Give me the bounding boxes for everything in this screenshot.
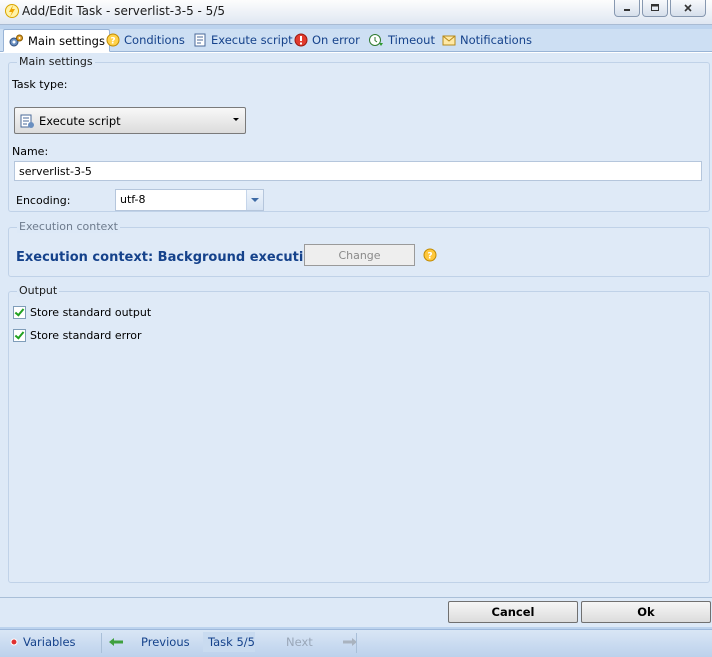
store-stdout-row: Store standard output: [13, 306, 151, 319]
next-label: Next: [286, 635, 313, 649]
execution-context-label: Execution context: Background execution: [16, 250, 322, 265]
minimize-icon: [624, 9, 630, 11]
tab-label: Conditions: [124, 32, 185, 47]
task-indicator: Task 5/5: [208, 635, 255, 649]
record-icon: [10, 638, 18, 646]
encoding-value: utf-8: [120, 193, 146, 206]
previous-label: Previous: [141, 635, 190, 649]
name-label: Name:: [12, 145, 49, 158]
task-type-label: Task type:: [12, 78, 68, 91]
group-title: Output: [17, 284, 60, 297]
store-stderr-checkbox[interactable]: [13, 329, 26, 342]
separator: [356, 633, 357, 653]
encoding-select[interactable]: utf-8: [115, 189, 264, 211]
tab-strip: Main settings ? Conditions Execute scrip…: [0, 29, 712, 52]
close-button[interactable]: [670, 0, 706, 17]
window-controls: [614, 0, 706, 17]
main-settings-panel: Main settings Task type: Execute script …: [0, 52, 712, 598]
navigation-bar: Variables Previous Task 5/5 Next: [0, 629, 712, 657]
arrow-left-icon: [109, 638, 123, 646]
task-type-value: Execute script: [39, 113, 121, 128]
lightning-icon: [5, 4, 19, 18]
output-group: Output Store standard output Store stand…: [8, 284, 710, 583]
variables-button[interactable]: Variables: [10, 635, 76, 649]
close-icon: [684, 4, 692, 12]
tab-notifications[interactable]: Notifications: [438, 29, 536, 50]
tab-execute-script[interactable]: Execute script: [189, 29, 297, 50]
tab-timeout[interactable]: Timeout: [364, 29, 439, 50]
maximize-icon: [651, 4, 659, 11]
task-type-dropdown[interactable]: Execute script: [14, 107, 246, 134]
tab-main-settings[interactable]: Main settings: [3, 29, 110, 52]
tab-on-error[interactable]: On error: [290, 29, 364, 50]
minimize-button[interactable]: [614, 0, 640, 17]
tab-label: Timeout: [388, 32, 435, 47]
window-title: Add/Edit Task - serverlist-3-5 - 5/5: [22, 4, 225, 18]
script-icon: [194, 33, 206, 46]
tab-label: Notifications: [460, 32, 532, 47]
maximize-button[interactable]: [642, 0, 668, 17]
main-settings-group: Main settings Task type: Execute script …: [8, 55, 710, 212]
name-input[interactable]: [14, 161, 702, 181]
store-stderr-row: Store standard error: [13, 329, 142, 342]
tab-label: Execute script: [211, 32, 293, 47]
conditions-icon: ?: [106, 33, 120, 46]
separator: [101, 633, 102, 653]
title-bar: Add/Edit Task - serverlist-3-5 - 5/5: [0, 0, 712, 25]
cancel-button[interactable]: Cancel: [448, 601, 578, 623]
error-icon: [294, 33, 308, 46]
tab-label: Main settings: [28, 33, 105, 48]
store-stdout-checkbox[interactable]: [13, 306, 26, 319]
previous-button[interactable]: Previous: [108, 635, 190, 649]
chevron-down-icon: [233, 118, 239, 121]
chevron-down-icon[interactable]: [246, 190, 263, 210]
svg-text:?: ?: [427, 252, 432, 262]
dialog-footer: Cancel Ok: [0, 597, 712, 627]
change-button[interactable]: Change: [304, 244, 415, 266]
envelope-icon: [442, 35, 456, 45]
store-stderr-label: Store standard error: [30, 329, 142, 342]
script-icon: [20, 114, 34, 128]
gears-icon: [9, 34, 23, 46]
svg-text:?: ?: [110, 36, 115, 46]
group-title: Main settings: [17, 55, 95, 68]
ok-button[interactable]: Ok: [581, 601, 711, 623]
tab-conditions[interactable]: ? Conditions: [102, 29, 189, 50]
timeout-icon: [369, 33, 383, 46]
variables-label: Variables: [23, 635, 76, 649]
encoding-label: Encoding:: [16, 194, 71, 207]
execution-context-group: Execution context Execution context: Bac…: [8, 220, 710, 277]
task-label: Task 5/5: [208, 635, 255, 649]
next-button[interactable]: Next: [286, 635, 358, 649]
group-title: Execution context: [17, 220, 120, 233]
tab-label: On error: [312, 32, 360, 47]
help-icon[interactable]: ?: [423, 248, 437, 262]
store-stdout-label: Store standard output: [30, 306, 152, 319]
